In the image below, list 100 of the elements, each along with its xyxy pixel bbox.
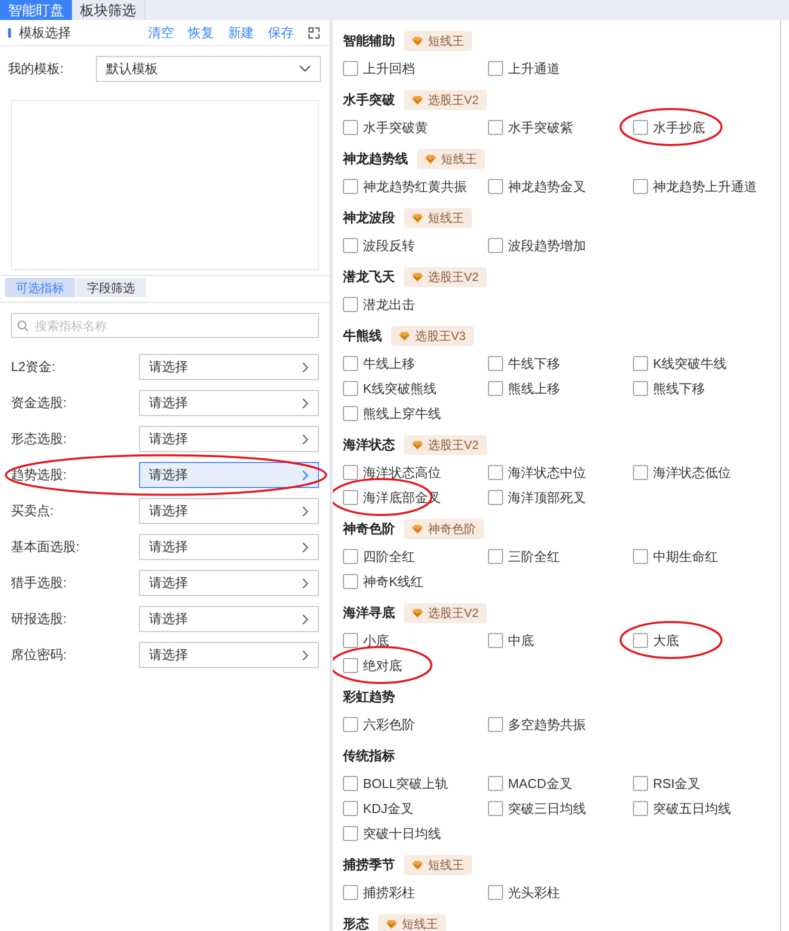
checkbox-option[interactable]: 牛线下移 — [488, 351, 560, 376]
checkbox[interactable] — [343, 633, 358, 648]
select-button[interactable]: 请选择 — [139, 642, 319, 668]
checkbox-option[interactable]: 神龙趋势红黄共振 — [343, 174, 467, 199]
checkbox[interactable] — [633, 179, 648, 194]
select-button[interactable]: 请选择 — [139, 426, 319, 452]
checkbox[interactable] — [343, 179, 358, 194]
checkbox-option[interactable]: 四阶全红 — [343, 544, 415, 569]
checkbox-option[interactable]: 突破十日均线 — [343, 821, 441, 846]
checkbox-option[interactable]: 水手突破紫 — [488, 115, 573, 140]
action-link[interactable]: 保存 — [268, 22, 294, 42]
checkbox[interactable] — [633, 381, 648, 396]
select-button[interactable]: 请选择 — [139, 354, 319, 380]
checkbox[interactable] — [343, 356, 358, 371]
checkbox-option[interactable]: 中底 — [488, 628, 534, 653]
checkbox[interactable] — [343, 297, 358, 312]
checkbox[interactable] — [343, 549, 358, 564]
select-button[interactable]: 请选择 — [139, 606, 319, 632]
checkbox-option[interactable]: 波段趋势增加 — [488, 233, 586, 258]
checkbox[interactable] — [343, 406, 358, 421]
checkbox[interactable] — [633, 549, 648, 564]
checkbox-option[interactable]: 熊线下移 — [633, 376, 705, 401]
expand-icon[interactable] — [308, 26, 320, 38]
checkbox[interactable] — [488, 238, 503, 253]
checkbox[interactable] — [488, 356, 503, 371]
checkbox[interactable] — [488, 717, 503, 732]
checkbox[interactable] — [343, 801, 358, 816]
checkbox[interactable] — [488, 801, 503, 816]
action-link[interactable]: 新建 — [228, 22, 254, 42]
checkbox[interactable] — [633, 465, 648, 480]
checkbox-option[interactable]: 上升通道 — [488, 56, 560, 81]
select-button[interactable]: 请选择 — [139, 534, 319, 560]
checkbox[interactable] — [488, 120, 503, 135]
checkbox-option[interactable]: KDJ金叉 — [343, 796, 414, 821]
checkbox-option[interactable]: BOLL突破上轨 — [343, 771, 448, 796]
checkbox-option[interactable]: RSI金叉 — [633, 771, 701, 796]
checkbox[interactable] — [343, 381, 358, 396]
checkbox-option[interactable]: 三阶全红 — [488, 544, 560, 569]
checkbox[interactable] — [488, 465, 503, 480]
checkbox[interactable] — [343, 61, 358, 76]
checkbox-option[interactable]: 神龙趋势上升通道 — [633, 174, 757, 199]
checkbox[interactable] — [488, 179, 503, 194]
checkbox-option[interactable]: 水手突破黄 — [343, 115, 428, 140]
checkbox-option[interactable]: 海洋状态高位 — [343, 460, 441, 485]
action-link[interactable]: 清空 — [148, 22, 174, 42]
checkbox-option[interactable]: 潜龙出击 — [343, 292, 415, 317]
checkbox-option[interactable]: 海洋状态中位 — [488, 460, 586, 485]
checkbox[interactable] — [488, 490, 503, 505]
checkbox[interactable] — [343, 490, 358, 505]
select-button[interactable]: 请选择 — [139, 498, 319, 524]
checkbox[interactable] — [488, 885, 503, 900]
checkbox-option[interactable]: 小底 — [343, 628, 389, 653]
checkbox[interactable] — [633, 356, 648, 371]
checkbox[interactable] — [633, 801, 648, 816]
checkbox-option[interactable]: 上升回档 — [343, 56, 415, 81]
checkbox[interactable] — [633, 120, 648, 135]
checkbox[interactable] — [343, 120, 358, 135]
search-field[interactable]: 搜索指标名称 — [11, 313, 319, 338]
checkbox-option[interactable]: 海洋顶部死叉 — [488, 485, 586, 510]
checkbox[interactable] — [343, 776, 358, 791]
checkbox[interactable] — [343, 885, 358, 900]
checkbox-option[interactable]: K线突破牛线 — [633, 351, 727, 376]
checkbox-option[interactable]: 突破三日均线 — [488, 796, 586, 821]
checkbox-option[interactable]: 熊线上穿牛线 — [343, 401, 441, 426]
checkbox[interactable] — [343, 826, 358, 841]
checkbox[interactable] — [488, 549, 503, 564]
checkbox[interactable] — [343, 574, 358, 589]
checkbox[interactable] — [633, 633, 648, 648]
checkbox[interactable] — [488, 633, 503, 648]
section-title: 牛熊线 — [343, 327, 382, 346]
checkbox[interactable] — [488, 61, 503, 76]
checkbox[interactable] — [488, 776, 503, 791]
checkbox-option[interactable]: 六彩色阶 — [343, 712, 415, 737]
checkbox-option[interactable]: 神奇K线红 — [343, 569, 424, 594]
template-dropdown[interactable]: 默认模板 — [96, 56, 321, 82]
checkbox[interactable] — [343, 658, 358, 673]
checkbox-option[interactable]: MACD金叉 — [488, 771, 572, 796]
checkbox-option[interactable]: 牛线上移 — [343, 351, 415, 376]
checkbox-option[interactable]: 海洋状态低位 — [633, 460, 731, 485]
checkbox[interactable] — [488, 381, 503, 396]
checkbox-option[interactable]: 中期生命红 — [633, 544, 718, 569]
checkbox[interactable] — [633, 776, 648, 791]
checkbox[interactable] — [343, 238, 358, 253]
checkbox-option[interactable]: 捕捞彩柱 — [343, 880, 415, 905]
checkbox-option[interactable]: 光头彩柱 — [488, 880, 560, 905]
checkbox-option[interactable]: 波段反转 — [343, 233, 415, 258]
action-link[interactable]: 恢复 — [188, 22, 214, 42]
checkbox-option[interactable]: 神龙趋势金叉 — [488, 174, 586, 199]
top-tab[interactable]: 智能盯盘 — [0, 0, 72, 20]
select-button[interactable]: 请选择 — [139, 570, 319, 596]
select-button[interactable]: 请选择 — [139, 462, 319, 488]
checkbox[interactable] — [343, 465, 358, 480]
checkbox[interactable] — [343, 717, 358, 732]
tier-badge: 选股王V3 — [391, 326, 474, 346]
checkbox-option[interactable]: K线突破熊线 — [343, 376, 437, 401]
checkbox-option[interactable]: 熊线上移 — [488, 376, 560, 401]
sub-tab[interactable]: 字段筛选 — [76, 278, 146, 297]
checkbox-option[interactable]: 多空趋势共振 — [488, 712, 586, 737]
checkbox-option[interactable]: 突破五日均线 — [633, 796, 731, 821]
select-button[interactable]: 请选择 — [139, 390, 319, 416]
